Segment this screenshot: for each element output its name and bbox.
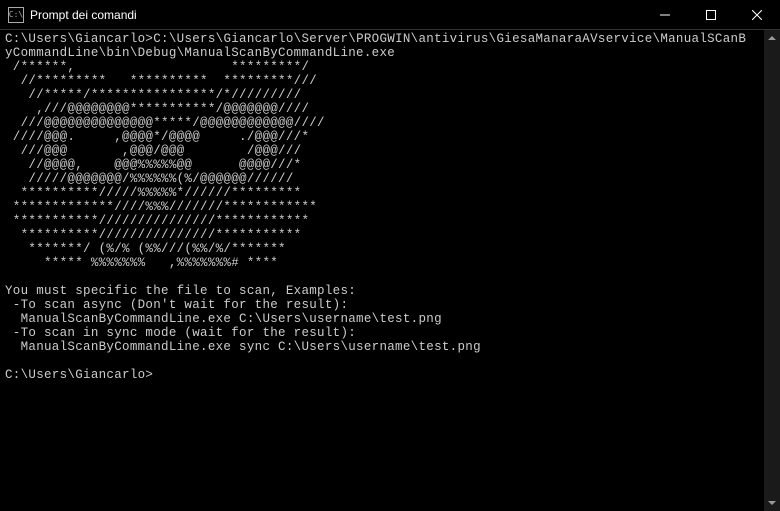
- terminal-output: C:\Users\Giancarlo>C:\Users\Giancarlo\Se…: [5, 32, 775, 382]
- close-icon: [752, 10, 762, 20]
- minimize-button[interactable]: [642, 0, 688, 29]
- app-icon: C:\: [8, 7, 24, 23]
- minimize-icon: [660, 10, 670, 20]
- prompt-path-2: C:\Users\Giancarlo>: [5, 368, 153, 382]
- titlebar[interactable]: C:\ Prompt dei comandi: [0, 0, 780, 30]
- window-controls: [642, 0, 780, 29]
- window-title: Prompt dei comandi: [30, 8, 642, 22]
- ascii-art-logo: /******, *********/ //********* ********…: [5, 60, 325, 270]
- terminal-content[interactable]: C:\Users\Giancarlo>C:\Users\Giancarlo\Se…: [0, 30, 780, 511]
- scrollbar-down-arrow-icon[interactable]: [764, 495, 780, 511]
- scrollbar-up-arrow-icon[interactable]: [764, 30, 780, 46]
- app-icon-text: C:\: [9, 10, 23, 19]
- command-1: C:\Users\Giancarlo\Server\PROGWIN\antivi…: [153, 32, 746, 46]
- maximize-button[interactable]: [688, 0, 734, 29]
- vertical-scrollbar[interactable]: [764, 30, 780, 511]
- command-prompt-window: C:\ Prompt dei comandi C:\Users: [0, 0, 780, 511]
- maximize-icon: [706, 10, 716, 20]
- close-button[interactable]: [734, 0, 780, 29]
- prompt-path-1: C:\Users\Giancarlo>: [5, 32, 153, 46]
- command-1-continuation: yCommandLine\bin\Debug\ManualScanByComma…: [5, 46, 395, 60]
- usage-instructions: You must specific the file to scan, Exam…: [5, 284, 481, 354]
